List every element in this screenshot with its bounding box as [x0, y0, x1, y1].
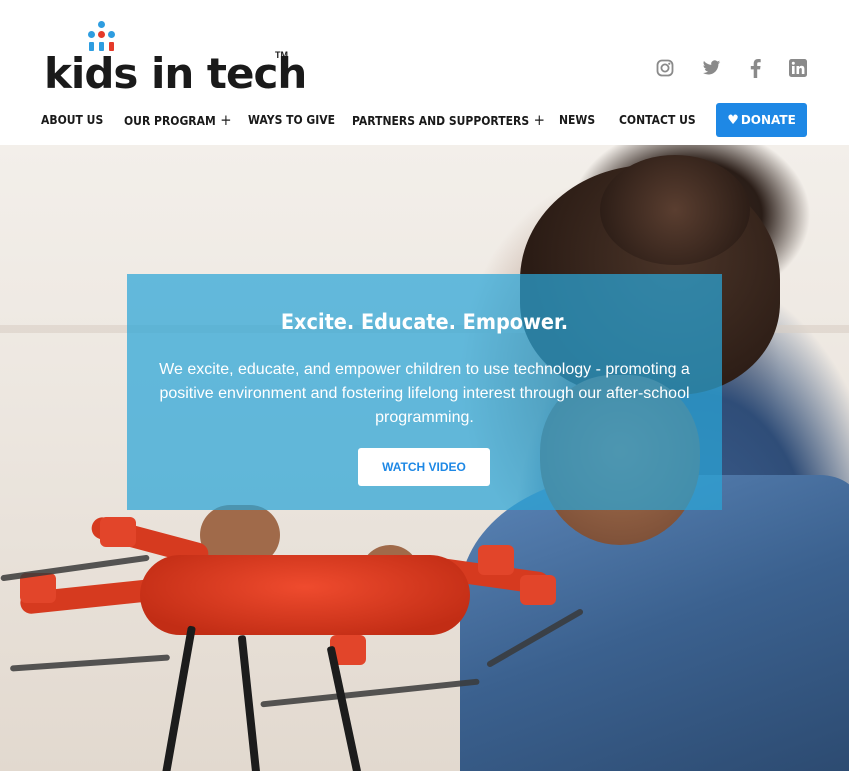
plus-icon: + — [533, 111, 545, 129]
hero-description: We excite, educate, and empower children… — [159, 361, 690, 426]
hero-section: Excite. Educate. Empower. We excite, edu… — [0, 145, 849, 771]
hero-overlay-panel: Excite. Educate. Empower. We excite, edu… — [127, 274, 722, 510]
nav-item-label: NEWS — [559, 113, 596, 127]
donate-button[interactable]: ♥ DONATE — [716, 103, 807, 137]
nav-item-ways-to-give[interactable]: WAYS TO GIVE — [248, 103, 335, 137]
nav-item-about-us[interactable]: ABOUT US — [41, 103, 103, 137]
nav-item-label: WAYS TO GIVE — [248, 113, 336, 127]
twitter-icon[interactable] — [701, 58, 721, 78]
donate-label: DONATE — [740, 113, 796, 127]
nav-item-label: ABOUT US — [41, 113, 104, 127]
nav-item-label: CONTACT US — [619, 113, 696, 127]
nav-item-label: OUR PROGRAM — [124, 114, 216, 128]
facebook-icon[interactable] — [745, 58, 765, 78]
nav-item-contact-us[interactable]: CONTACT US — [619, 103, 696, 137]
nav-item-partners-and-supporters[interactable]: PARTNERS AND SUPPORTERS + — [352, 103, 545, 137]
site-header: kids in tech TM ABOUT US OUR PROGRAM + WA… — [0, 0, 849, 145]
linkedin-icon[interactable] — [788, 58, 808, 78]
hero-title: Excite. Educate. Empower. — [280, 310, 569, 334]
heart-icon: ♥ — [727, 112, 739, 128]
instagram-icon[interactable] — [655, 58, 675, 78]
nav-item-our-program[interactable]: OUR PROGRAM + — [124, 103, 232, 137]
social-links — [0, 58, 849, 78]
nav-item-news[interactable]: NEWS — [559, 103, 595, 137]
watch-video-button[interactable]: WATCH VIDEO — [358, 448, 490, 486]
nav-item-label: PARTNERS AND SUPPORTERS — [352, 114, 530, 128]
plus-icon: + — [220, 111, 232, 129]
